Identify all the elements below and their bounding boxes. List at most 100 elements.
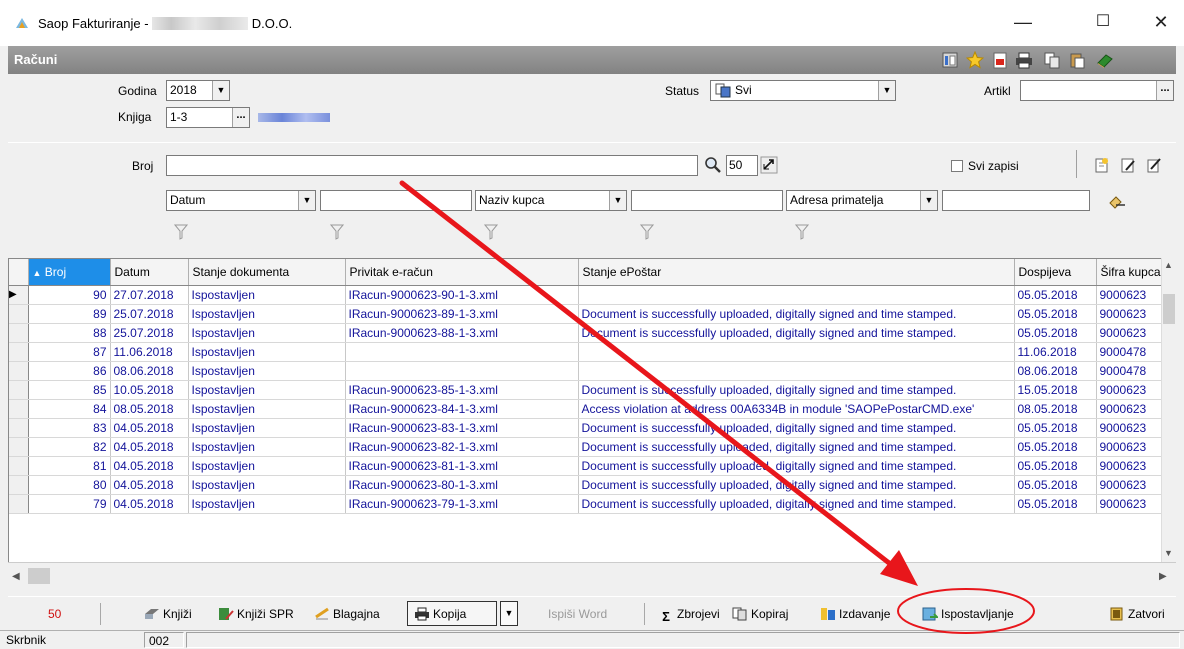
cell-stanje-dokumenta[interactable]: Ispostavljen	[188, 380, 346, 400]
filter1-value-input[interactable]	[320, 190, 472, 211]
ispostavljanje-button[interactable]: Ispostavljanje	[922, 603, 1014, 625]
izdavanje-button[interactable]: Izdavanje	[820, 603, 890, 625]
godina-select[interactable]: 2018 ▼	[166, 80, 230, 101]
cell-broj[interactable]: 90	[28, 285, 111, 305]
new-record-icon[interactable]	[1094, 157, 1110, 173]
column-header-broj[interactable]: ▲ Broj	[28, 259, 111, 286]
print-icon[interactable]	[1015, 51, 1033, 69]
filter3-value-input[interactable]	[942, 190, 1090, 211]
cell-sifra-kupca[interactable]: 9000623	[1096, 304, 1166, 324]
cell-privitak[interactable]: IRacun-9000623-81-1-3.xml	[345, 456, 579, 476]
scroll-thumb[interactable]	[1163, 294, 1175, 324]
cell-stanje-epostar[interactable]: Document is successfully uploaded, digit…	[578, 437, 1015, 457]
ellipsis-icon[interactable]: ...	[232, 108, 249, 127]
cell-stanje-dokumenta[interactable]: Ispostavljen	[188, 475, 346, 495]
cell-privitak[interactable]: IRacun-9000623-79-1-3.xml	[345, 494, 579, 514]
column-header-stanje-dokumenta[interactable]: Stanje dokumenta	[188, 259, 346, 286]
cell-privitak[interactable]: IRacun-9000623-85-1-3.xml	[345, 380, 579, 400]
clear-filter-icon[interactable]	[1108, 193, 1126, 209]
table-row[interactable]: ▶ 90 27.07.2018 Ispostavljen IRacun-9000623-…	[9, 285, 1173, 305]
cell-broj[interactable]: 88	[28, 323, 111, 343]
cell-dospijeva[interactable]: 11.06.2018	[1014, 342, 1097, 362]
cell-dospijeva[interactable]: 08.05.2018	[1014, 399, 1097, 419]
row-indicator[interactable]	[9, 323, 29, 343]
table-row[interactable]: 84 08.05.2018 Ispostavljen IRacun-9000623-8…	[9, 399, 1173, 419]
cell-dospijeva[interactable]: 05.05.2018	[1014, 323, 1097, 343]
cell-dospijeva[interactable]: 05.05.2018	[1014, 475, 1097, 495]
cell-broj[interactable]: 79	[28, 494, 111, 514]
table-row[interactable]: 86 08.06.2018 Ispostavljen 08.06.2018 900047…	[9, 361, 1173, 381]
svi-zapisi-checkbox[interactable]	[951, 160, 963, 172]
row-indicator[interactable]	[9, 418, 29, 438]
cell-privitak[interactable]: IRacun-9000623-84-1-3.xml	[345, 399, 579, 419]
row-indicator[interactable]	[9, 475, 29, 495]
minimize-button[interactable]: —	[1000, 0, 1046, 46]
record-limit-input[interactable]: 50	[726, 155, 758, 176]
cell-sifra-kupca[interactable]: 9000623	[1096, 285, 1166, 305]
cell-datum[interactable]: 25.07.2018	[110, 323, 189, 343]
filter2-field-select[interactable]: Naziv kupca ▼	[475, 190, 627, 211]
table-row[interactable]: 88 25.07.2018 Ispostavljen IRacun-9000623-8…	[9, 323, 1173, 343]
cell-privitak[interactable]: IRacun-9000623-82-1-3.xml	[345, 437, 579, 457]
table-row[interactable]: 85 10.05.2018 Ispostavljen IRacun-9000623-8…	[9, 380, 1173, 400]
cell-stanje-dokumenta[interactable]: Ispostavljen	[188, 494, 346, 514]
cell-broj[interactable]: 86	[28, 361, 111, 381]
row-indicator[interactable]	[9, 304, 29, 324]
knjizi-spr-button[interactable]: Knjiži SPR	[218, 603, 294, 625]
filter3-field-select[interactable]: Adresa primatelja ▼	[786, 190, 938, 211]
cell-privitak[interactable]	[345, 361, 579, 381]
knjiga-field[interactable]: 1-3...	[166, 107, 250, 128]
cell-stanje-dokumenta[interactable]: Ispostavljen	[188, 323, 346, 343]
table-row[interactable]: 82 04.05.2018 Ispostavljen IRacun-9000623-8…	[9, 437, 1173, 457]
cell-datum[interactable]: 04.05.2018	[110, 456, 189, 476]
blagajna-button[interactable]: Blagajna	[314, 603, 380, 625]
filter-funnel-icon[interactable]	[484, 224, 498, 240]
cell-stanje-dokumenta[interactable]: Ispostavljen	[188, 418, 346, 438]
scroll-left-icon[interactable]: ◀	[12, 571, 20, 582]
table-row[interactable]: 83 04.05.2018 Ispostavljen IRacun-9000623-8…	[9, 418, 1173, 438]
cell-dospijeva[interactable]: 05.05.2018	[1014, 304, 1097, 324]
cell-sifra-kupca[interactable]: 9000623	[1096, 437, 1166, 457]
table-row[interactable]: 89 25.07.2018 Ispostavljen IRacun-9000623-8…	[9, 304, 1173, 324]
cell-stanje-epostar[interactable]: Document is successfully uploaded, digit…	[578, 475, 1015, 495]
filter1-field-select[interactable]: Datum ▼	[166, 190, 316, 211]
table-row[interactable]: 87 11.06.2018 Ispostavljen 11.06.2018 900047…	[9, 342, 1173, 362]
cell-stanje-dokumenta[interactable]: Ispostavljen	[188, 456, 346, 476]
vertical-scrollbar[interactable]: ▲ ▼	[1161, 258, 1176, 562]
kopija-button[interactable]: Kopija	[407, 601, 497, 626]
cell-datum[interactable]: 04.05.2018	[110, 437, 189, 457]
copy-records-icon[interactable]	[1043, 51, 1061, 69]
scroll-up-icon[interactable]: ▲	[1164, 260, 1173, 270]
cell-sifra-kupca[interactable]: 9000623	[1096, 380, 1166, 400]
status-select[interactable]: Svi ▼	[710, 80, 896, 101]
horizontal-scrollbar[interactable]: ◀ ▶	[8, 562, 1176, 594]
cell-dospijeva[interactable]: 08.06.2018	[1014, 361, 1097, 381]
favorite-star-icon[interactable]	[966, 51, 984, 69]
scroll-thumb[interactable]	[28, 568, 50, 584]
filter-funnel-icon[interactable]	[330, 224, 344, 240]
scroll-right-icon[interactable]: ▶	[1159, 571, 1167, 582]
cell-datum[interactable]: 11.06.2018	[110, 342, 189, 362]
cell-stanje-dokumenta[interactable]: Ispostavljen	[188, 285, 346, 305]
cell-privitak[interactable]: IRacun-9000623-90-1-3.xml	[345, 285, 579, 305]
cell-privitak[interactable]: IRacun-9000623-83-1-3.xml	[345, 418, 579, 438]
sort-toggle-icon[interactable]	[760, 156, 778, 174]
knjizi-button[interactable]: Knjiži	[144, 603, 192, 625]
row-indicator[interactable]	[9, 380, 29, 400]
row-indicator[interactable]	[9, 361, 29, 381]
ispisi-word-button[interactable]: Ispiši Word	[548, 603, 607, 625]
cell-sifra-kupca[interactable]: 9000623	[1096, 494, 1166, 514]
cell-stanje-epostar[interactable]: Document is successfully uploaded, digit…	[578, 304, 1015, 324]
row-indicator[interactable]: ▶	[9, 285, 29, 305]
exit-book-icon[interactable]	[1096, 51, 1114, 69]
filter-funnel-icon[interactable]	[174, 224, 188, 240]
cell-stanje-epostar[interactable]: Document is successfully uploaded, digit…	[578, 418, 1015, 438]
table-row[interactable]: 79 04.05.2018 Ispostavljen IRacun-9000623-7…	[9, 494, 1173, 514]
column-header-dospijeva[interactable]: Dospijeva	[1014, 259, 1097, 286]
cell-broj[interactable]: 80	[28, 475, 111, 495]
cell-stanje-epostar[interactable]: Document is successfully uploaded, digit…	[578, 494, 1015, 514]
cell-datum[interactable]: 04.05.2018	[110, 418, 189, 438]
cell-privitak[interactable]: IRacun-9000623-88-1-3.xml	[345, 323, 579, 343]
cell-stanje-dokumenta[interactable]: Ispostavljen	[188, 437, 346, 457]
cell-broj[interactable]: 83	[28, 418, 111, 438]
